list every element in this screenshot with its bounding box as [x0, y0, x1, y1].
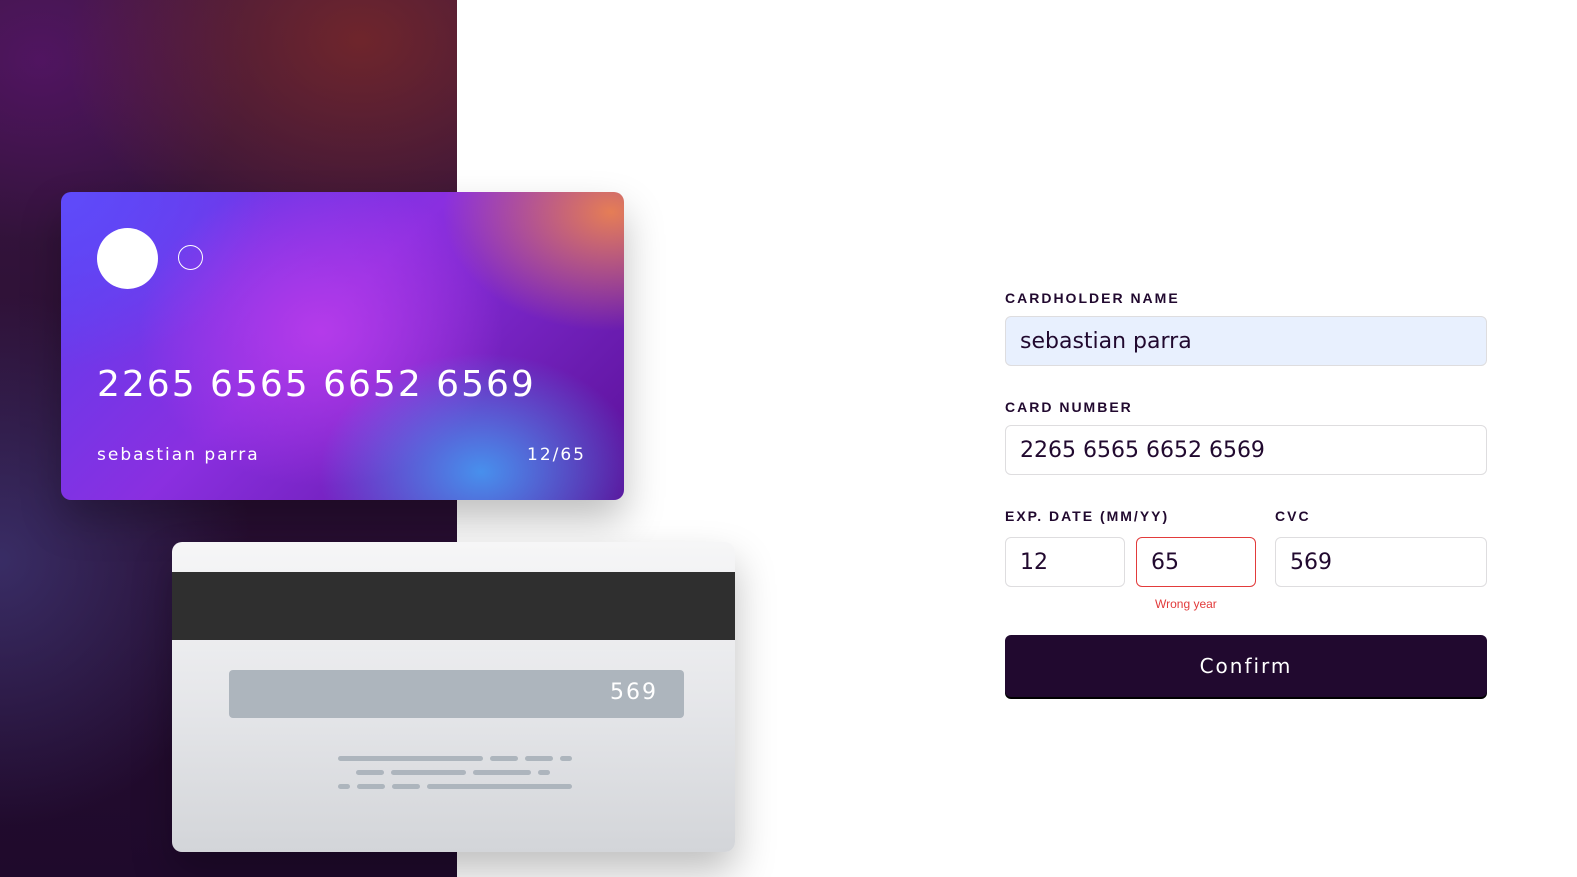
card-front-holder-name: sebastian parra — [97, 445, 260, 465]
exp-year-error: Wrong year — [1155, 597, 1217, 611]
decoration-line — [338, 756, 483, 761]
confirm-button[interactable]: Confirm — [1005, 635, 1487, 697]
decoration-line — [356, 770, 384, 775]
card-back: 569 — [172, 542, 735, 852]
cardholder-label: CARDHOLDER NAME — [1005, 290, 1180, 306]
cardholder-field: CARDHOLDER NAME — [1005, 290, 1487, 366]
page: 2265 6565 6652 6569 sebastian parra 12/6… — [0, 0, 1577, 877]
card-front: 2265 6565 6652 6569 sebastian parra 12/6… — [61, 192, 624, 500]
exp-month-input[interactable] — [1005, 537, 1125, 587]
decoration-line — [427, 784, 572, 789]
card-number-input[interactable] — [1005, 425, 1487, 475]
cvc-field: CVC — [1275, 508, 1487, 588]
cardholder-name-input[interactable] — [1005, 316, 1487, 366]
card-front-expiry: 12/65 — [527, 445, 586, 465]
exp-date-label: EXP. DATE (MM/YY) — [1005, 508, 1170, 524]
decoration-line — [391, 770, 466, 775]
decoration-line — [560, 756, 572, 761]
exp-date-field: EXP. DATE (MM/YY) Wrong year — [1005, 508, 1265, 618]
decoration-line — [525, 756, 553, 761]
decoration-line — [392, 784, 420, 789]
decoration-line — [490, 756, 518, 761]
card-back-decoration — [338, 756, 578, 796]
cvc-input[interactable] — [1275, 537, 1487, 587]
card-back-cvc: 569 — [610, 680, 658, 705]
decoration-line — [357, 784, 385, 789]
card-front-number: 2265 6565 6652 6569 — [97, 364, 536, 405]
card-logo-filled-circle — [97, 228, 158, 289]
decoration-line — [473, 770, 531, 775]
decoration-line — [538, 770, 550, 775]
signature-strip: 569 — [229, 670, 684, 718]
card-logo-outline-circle — [178, 245, 203, 270]
cvc-label: CVC — [1275, 508, 1311, 524]
card-number-label: CARD NUMBER — [1005, 399, 1133, 415]
decoration-line — [338, 784, 350, 789]
card-number-field: CARD NUMBER — [1005, 399, 1487, 475]
magnetic-stripe — [172, 572, 735, 640]
exp-year-input[interactable] — [1136, 537, 1256, 587]
